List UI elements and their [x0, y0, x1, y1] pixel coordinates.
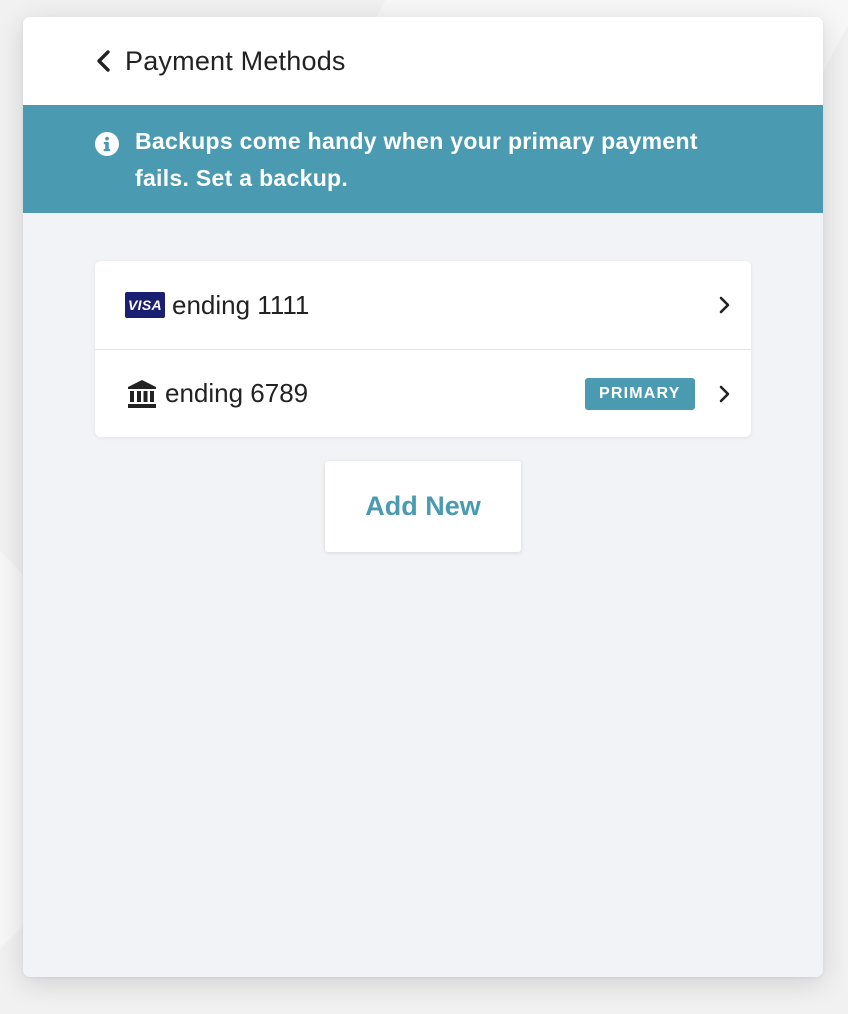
bank-icon — [127, 379, 157, 409]
add-new-button[interactable]: Add New — [325, 461, 521, 552]
back-button[interactable]: Payment Methods — [95, 41, 346, 81]
chevron-right-icon — [717, 385, 731, 403]
payment-methods-panel: Payment Methods Backups come handy when … — [23, 17, 823, 977]
page-title: Payment Methods — [125, 45, 346, 76]
payment-methods-list: VISA ending 1111 ending 6789 PRIMARY — [95, 261, 751, 437]
info-icon — [95, 132, 119, 156]
page-header: Payment Methods — [23, 17, 823, 105]
chevron-left-icon — [95, 50, 117, 72]
payment-method-row-bank[interactable]: ending 6789 PRIMARY — [95, 350, 751, 437]
payment-method-row-visa[interactable]: VISA ending 1111 — [95, 261, 751, 349]
payment-method-label: ending 1111 — [172, 289, 310, 320]
chevron-right-icon — [717, 296, 731, 314]
primary-badge: PRIMARY — [585, 377, 695, 410]
payment-method-label: ending 6789 — [165, 378, 309, 408]
banner-message: Backups come handy when your primary pay… — [135, 128, 698, 191]
visa-card-icon: VISA — [125, 292, 165, 318]
backup-info-banner: Backups come handy when your primary pay… — [23, 105, 823, 213]
